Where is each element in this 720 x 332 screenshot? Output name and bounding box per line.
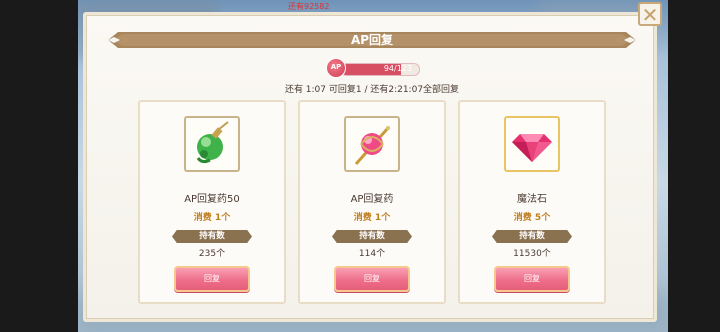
owned-label: 持有数	[332, 230, 412, 243]
owned-count: 11530个	[513, 249, 551, 259]
item-icon-frame	[344, 116, 400, 172]
recover-button[interactable]: 回复	[174, 266, 250, 292]
item-icon-frame	[504, 116, 560, 172]
ap-gauge: 94/123 AP	[326, 58, 420, 78]
pink-potion-icon	[354, 126, 390, 165]
item-cost: 消费 1个	[193, 213, 231, 223]
item-icon-frame	[184, 116, 240, 172]
item-card-ap-potion-50: AP回复药50 消费 1个 持有数 235个 回复	[138, 100, 286, 304]
close-button[interactable]: ✕	[638, 2, 662, 26]
recover-button[interactable]: 回复	[494, 266, 570, 292]
owned-count: 114个	[358, 249, 386, 259]
close-icon: ✕	[641, 3, 659, 27]
magic-stone-icon	[512, 134, 552, 162]
recovery-time-info: 还有 1:07 可回复1 / 还有2:21:07全部回复	[284, 85, 460, 95]
item-cost: 消费 5个	[513, 213, 551, 223]
recover-button[interactable]: 回复	[334, 266, 410, 292]
item-cost: 消费 1个	[353, 213, 391, 223]
background-status-text: 还有92582	[288, 2, 330, 11]
green-potion-icon	[196, 121, 229, 164]
owned-count: 235个	[198, 249, 226, 259]
title-banner: AP回复	[108, 30, 636, 50]
dialog-title: AP回复	[350, 33, 394, 47]
item-card-magic-stone: 魔法石 消费 5个 持有数 11530个 回复	[458, 100, 606, 304]
ap-badge-icon: AP	[326, 58, 346, 78]
owned-label: 持有数	[172, 230, 252, 243]
item-name: AP回复药50	[184, 194, 240, 205]
owned-label: 持有数	[492, 230, 572, 243]
item-name: AP回复药	[350, 194, 394, 205]
ap-value: 94/123	[383, 64, 412, 73]
item-name: 魔法石	[517, 194, 547, 205]
item-card-ap-potion: AP回复药 消费 1个 持有数 114个 回复	[298, 100, 446, 304]
